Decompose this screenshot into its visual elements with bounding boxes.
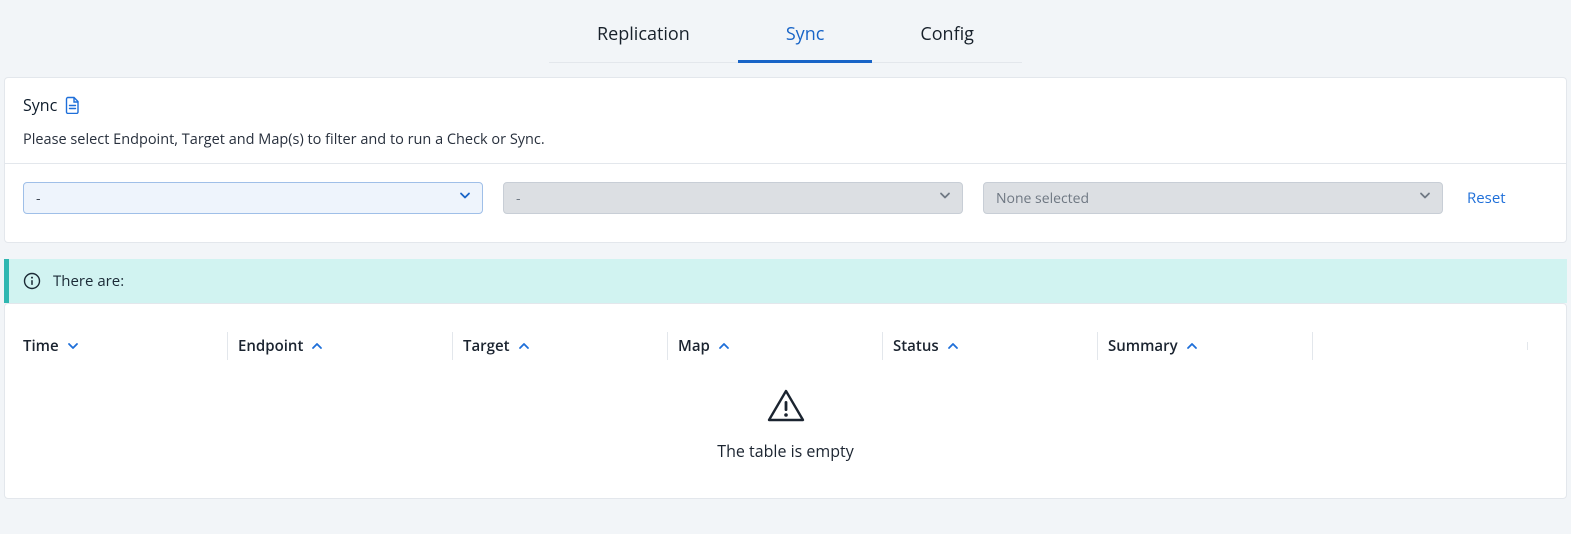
page-title: Sync bbox=[23, 94, 57, 116]
endpoint-select-value: - bbox=[36, 189, 41, 208]
chevron-up-icon bbox=[1186, 340, 1198, 352]
col-target[interactable]: Target bbox=[463, 332, 668, 360]
chevron-up-icon bbox=[718, 340, 730, 352]
reset-button[interactable]: Reset bbox=[1467, 188, 1506, 208]
col-endpoint[interactable]: Endpoint bbox=[238, 332, 453, 360]
col-actions bbox=[1323, 342, 1528, 350]
chevron-up-icon bbox=[947, 340, 959, 352]
col-time[interactable]: Time bbox=[23, 332, 228, 360]
divider bbox=[5, 163, 1566, 164]
tab-config[interactable]: Config bbox=[872, 12, 1022, 63]
panel-title-row: Sync bbox=[23, 94, 1548, 116]
document-icon bbox=[65, 96, 81, 114]
info-icon bbox=[23, 272, 41, 290]
table-empty-state: The table is empty bbox=[23, 360, 1548, 462]
info-banner: There are: bbox=[4, 259, 1567, 303]
empty-message: The table is empty bbox=[23, 440, 1548, 462]
sync-panel: Sync Please select Endpoint, Target and … bbox=[4, 77, 1567, 243]
col-summary-label: Summary bbox=[1108, 336, 1178, 356]
target-select[interactable]: - bbox=[503, 182, 963, 214]
tabs-bar: Replication Sync Config bbox=[0, 0, 1571, 63]
col-time-label: Time bbox=[23, 336, 59, 356]
maps-select[interactable]: None selected bbox=[983, 182, 1443, 214]
maps-select-value: None selected bbox=[996, 189, 1089, 208]
col-status[interactable]: Status bbox=[893, 332, 1098, 360]
endpoint-select[interactable]: - bbox=[23, 182, 483, 214]
tab-replication[interactable]: Replication bbox=[549, 12, 738, 63]
col-summary[interactable]: Summary bbox=[1108, 332, 1313, 360]
target-select-value: - bbox=[516, 189, 521, 208]
info-text: There are: bbox=[53, 271, 124, 291]
col-map-label: Map bbox=[678, 336, 710, 356]
col-status-label: Status bbox=[893, 336, 939, 356]
chevron-up-icon bbox=[311, 340, 323, 352]
col-endpoint-label: Endpoint bbox=[238, 336, 303, 356]
chevron-down-icon bbox=[458, 189, 472, 208]
chevron-down-icon bbox=[938, 189, 952, 208]
tab-sync[interactable]: Sync bbox=[738, 12, 873, 63]
filters-row: - - None selected Reset bbox=[23, 182, 1548, 214]
table-header: Time Endpoint Target Map Status bbox=[23, 332, 1548, 360]
chevron-down-icon bbox=[1418, 189, 1432, 208]
tabs: Replication Sync Config bbox=[549, 12, 1022, 63]
col-map[interactable]: Map bbox=[678, 332, 883, 360]
panel-description: Please select Endpoint, Target and Map(s… bbox=[23, 130, 1548, 149]
results-table: Time Endpoint Target Map Status bbox=[4, 303, 1567, 499]
col-target-label: Target bbox=[463, 336, 510, 356]
chevron-down-icon bbox=[67, 340, 79, 352]
warning-icon bbox=[23, 388, 1548, 424]
chevron-up-icon bbox=[518, 340, 530, 352]
